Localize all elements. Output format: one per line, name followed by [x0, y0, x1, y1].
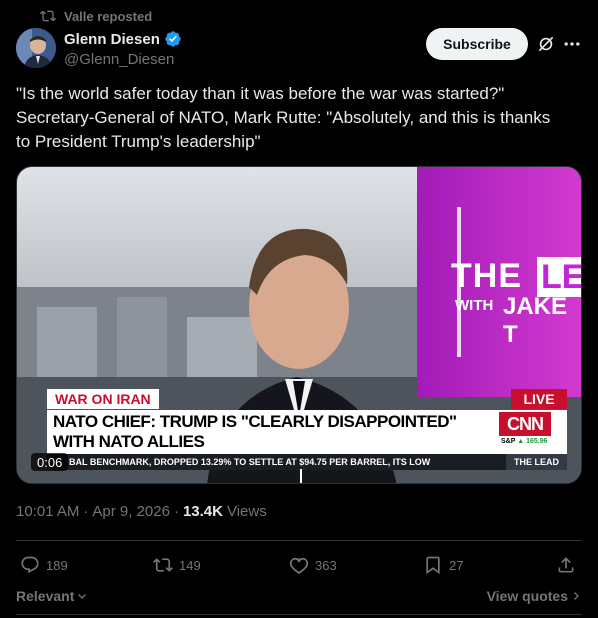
avatar[interactable]	[16, 28, 56, 68]
bookmark-count: 27	[449, 557, 464, 573]
ticker-brand: THE LEAD	[506, 454, 567, 470]
tweet-meta: 10:01 AM · Apr 9, 2026 · 13.4K Views	[16, 503, 267, 520]
studio-backdrop-text: JAKE T	[503, 293, 568, 348]
studio-backdrop-text: THE	[451, 257, 522, 295]
reply-count: 189	[46, 557, 68, 573]
meta-separator: ·	[83, 503, 89, 520]
share-button[interactable]	[556, 552, 576, 578]
more-icon[interactable]	[562, 34, 582, 54]
video-progress-marker[interactable]	[300, 469, 302, 483]
retweet-button[interactable]: 149	[153, 552, 201, 578]
like-count: 363	[315, 557, 337, 573]
retweet-icon	[153, 558, 173, 572]
chyron-headline: NATO CHIEF: TRUMP IS "CLEARLY DISAPPOINT…	[47, 410, 493, 454]
reply-sort-dropdown[interactable]: Relevant	[16, 588, 88, 604]
chevron-down-icon	[78, 594, 87, 599]
author-name[interactable]: Glenn Diesen	[64, 31, 160, 48]
repost-indicator[interactable]: Valle reposted	[40, 8, 152, 24]
view-quotes-link[interactable]: View quotes	[487, 588, 582, 604]
author-name-row[interactable]: Glenn Diesen	[64, 29, 182, 49]
video-timestamp: 0:06	[31, 453, 69, 471]
video-player[interactable]: THE LE WITH JAKE T WAR ON IRAN LIVE NATO…	[16, 166, 582, 484]
author-handle[interactable]: @Glenn_Diesen	[64, 51, 182, 68]
tweet-date[interactable]: Apr 9, 2026	[92, 503, 170, 520]
views-label: Views	[226, 503, 267, 520]
view-quotes-label: View quotes	[486, 588, 568, 604]
studio-backdrop-text: WITH	[455, 297, 494, 314]
network-logo-box: CNN S&P ▲ 165.96	[493, 410, 567, 454]
divider	[16, 614, 582, 615]
subscribe-button[interactable]: Subscribe	[426, 28, 528, 60]
sp-value: ▲ 165.96	[517, 438, 548, 445]
tweet-time[interactable]: 10:01 AM	[16, 503, 79, 520]
reply-button[interactable]: 189	[20, 552, 68, 578]
live-badge: LIVE	[511, 389, 567, 409]
bookmark-button[interactable]: 27	[423, 552, 463, 578]
sp-label: S&P	[501, 438, 516, 445]
share-icon	[558, 557, 574, 573]
repost-icon	[40, 10, 56, 22]
bookmark-icon	[426, 556, 440, 575]
divider	[16, 540, 582, 541]
views-count: 13.4K	[182, 503, 223, 520]
heart-icon	[289, 557, 309, 574]
stock-ticker-mini: S&P ▲ 165.96	[501, 438, 548, 445]
grok-icon[interactable]	[536, 34, 556, 54]
retweet-count: 149	[179, 557, 201, 573]
chyron-tag: WAR ON IRAN	[47, 389, 159, 409]
repost-label: Valle reposted	[64, 8, 153, 24]
sort-label: Relevant	[16, 588, 75, 604]
meta-separator: ·	[173, 503, 179, 520]
verified-badge-icon	[165, 31, 181, 47]
chevron-right-icon	[574, 592, 579, 600]
action-bar: 189 149 363 27	[16, 552, 582, 578]
cnn-logo: CNN	[499, 412, 551, 436]
reply-icon	[21, 556, 39, 574]
like-button[interactable]: 363	[289, 552, 337, 578]
ticker-text: BAL BENCHMARK, DROPPED 13.29% TO SETTLE …	[69, 457, 431, 467]
news-ticker: BAL BENCHMARK, DROPPED 13.29% TO SETTLE …	[47, 454, 567, 470]
studio-backdrop-text: LE	[537, 257, 581, 297]
tweet-text: "Is the world safer today than it was be…	[16, 84, 551, 151]
